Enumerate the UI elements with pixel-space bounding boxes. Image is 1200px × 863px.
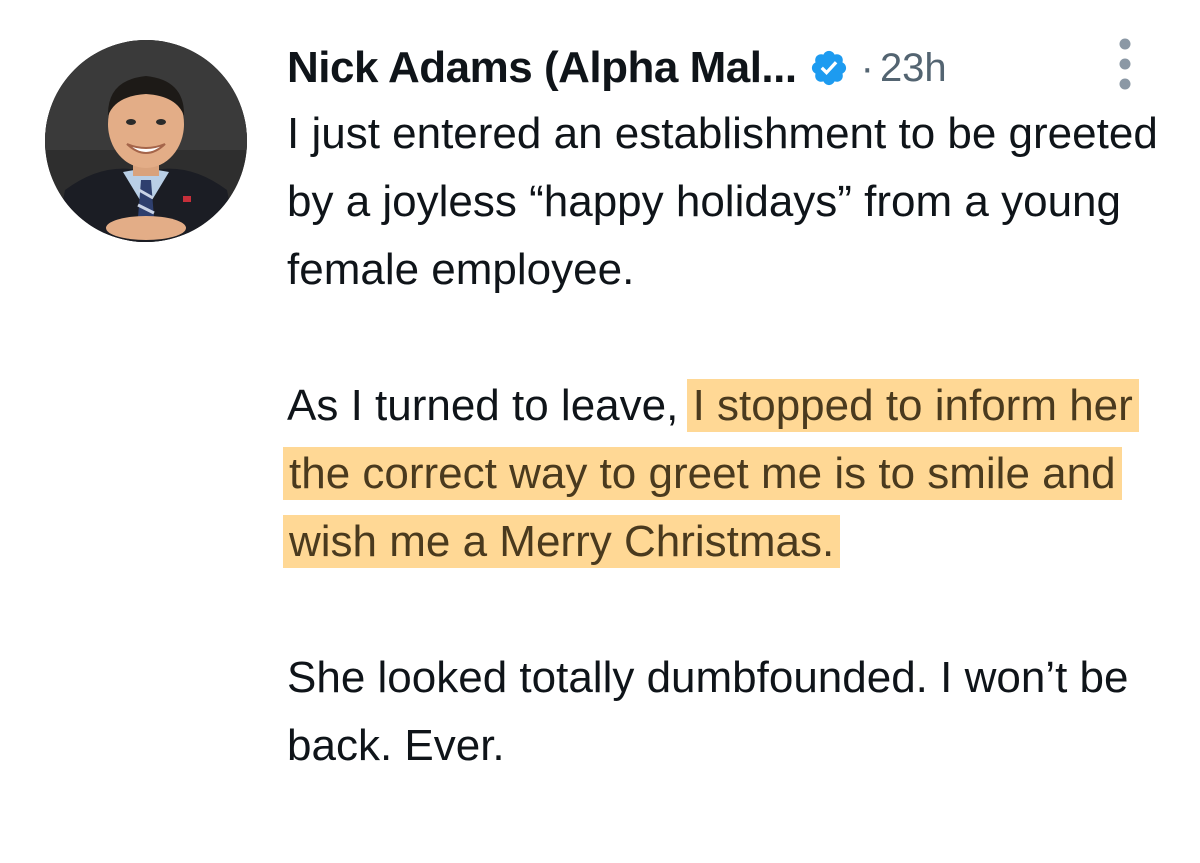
tweet-paragraph: As I turned to leave, I stopped to infor… [283, 372, 1167, 576]
tweet-paragraph: I just entered an establishment to be gr… [287, 109, 1158, 294]
tweet-header: Nick Adams (Alpha Mal... · 23h [287, 38, 947, 98]
more-options-icon[interactable] [1112, 36, 1138, 92]
timestamp[interactable]: 23h [880, 46, 947, 91]
tweet-text: I just entered an establishment to be gr… [283, 100, 1167, 780]
tweet-paragraph: She looked totally dumbfounded. I won’t … [287, 653, 1129, 770]
separator-dot: · [860, 45, 874, 90]
author-name[interactable]: Nick Adams (Alpha Mal... [287, 43, 797, 93]
verified-badge-icon [809, 48, 849, 88]
paragraph-lead-text: As I turned to leave, [287, 381, 691, 430]
profile-photo [45, 40, 247, 242]
avatar[interactable] [45, 40, 247, 242]
